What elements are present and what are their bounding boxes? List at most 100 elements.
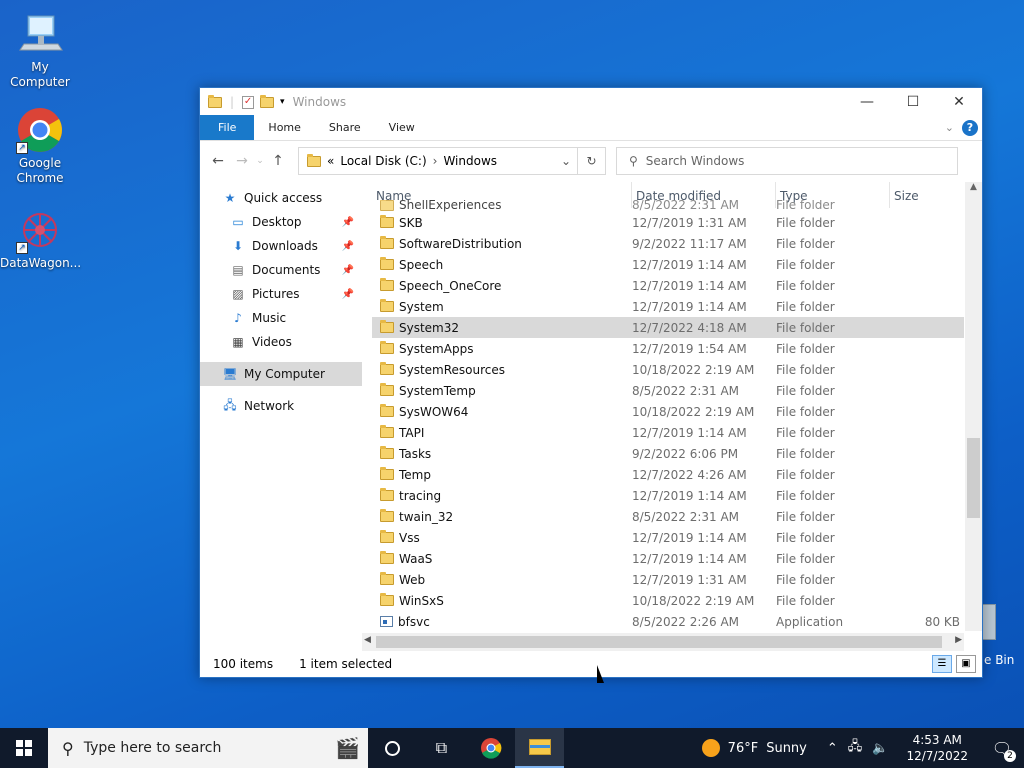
nav-item-documents[interactable]: ▤ Documents 📌	[200, 258, 362, 282]
file-name: Tasks	[399, 446, 432, 461]
scroll-right-icon[interactable]: ▶	[955, 635, 962, 645]
back-button[interactable]: ←	[206, 153, 230, 169]
help-icon[interactable]: ?	[962, 119, 978, 136]
file-row[interactable]: SKB 12/7/2019 1:31 AM File folder	[372, 212, 964, 233]
address-bar[interactable]: « Local Disk (C:) › Windows ⌄	[298, 147, 578, 175]
nav-item-label: Music	[252, 311, 287, 325]
file-date: 12/7/2019 1:14 AM	[632, 530, 747, 545]
address-dropdown-icon[interactable]: ⌄	[561, 154, 571, 168]
pin-icon[interactable]: 📌	[342, 217, 354, 228]
file-type: File folder	[776, 488, 835, 503]
properties-icon[interactable]: ✓	[242, 95, 255, 109]
scroll-up-icon[interactable]: ▲	[965, 182, 982, 196]
sun-icon	[701, 739, 720, 757]
recent-locations-icon[interactable]: ⌄	[254, 156, 266, 166]
maximize-button[interactable]: ☐	[890, 88, 936, 116]
new-folder-icon[interactable]	[260, 94, 275, 108]
forward-button[interactable]: →	[230, 153, 254, 169]
file-row[interactable]: SystemResources 10/18/2022 2:19 AM File fo…	[372, 359, 964, 380]
file-type: File folder	[776, 404, 835, 419]
file-row[interactable]: System 12/7/2019 1:14 AM File folder	[372, 296, 964, 317]
pin-icon[interactable]: 📌	[342, 289, 354, 300]
file-row[interactable]: tracing 12/7/2019 1:14 AM File folder	[372, 485, 964, 506]
nav-item-my-computer[interactable]: 🖥 My Computer	[200, 362, 362, 386]
file-row[interactable]: Temp 12/7/2022 4:26 AM File folder	[372, 464, 964, 485]
refresh-button[interactable]: ↻	[578, 147, 606, 175]
search-icon: ⚲	[629, 154, 638, 168]
file-row[interactable]: SysWOW64 10/18/2022 2:19 AM File folder	[372, 401, 964, 422]
nav-item-network[interactable]: 🖧 Network	[200, 394, 362, 418]
file-date: 12/7/2019 1:31 AM	[632, 215, 747, 230]
computer-icon	[16, 10, 64, 58]
notification-count: 2	[1004, 750, 1016, 762]
file-row[interactable]: WaaS 12/7/2019 1:14 AM File folder	[372, 548, 964, 569]
horizontal-scrollbar[interactable]: ◀ ▶	[362, 633, 964, 651]
nav-item-music[interactable]: ♪ Music	[200, 306, 362, 330]
taskbar-search[interactable]: ⚲ Type here to search 🎬	[48, 728, 368, 768]
cortana-button[interactable]	[368, 728, 417, 768]
network-icon[interactable]: 🖧	[844, 737, 867, 759]
breadcrumb-windows[interactable]: Windows	[443, 154, 497, 168]
tab-home[interactable]: Home	[254, 115, 314, 140]
details-view-icon[interactable]: ☰	[932, 655, 952, 673]
desktop-icon-datawagon[interactable]: ↗ DataWagon...	[0, 206, 81, 271]
file-row[interactable]: ShellExperiences 8/5/2022 2:31 AM File fol…	[372, 200, 964, 212]
desktop-icon-chrome[interactable]: ↗ Google Chrome	[0, 106, 80, 186]
tab-view[interactable]: View	[375, 115, 429, 140]
search-box[interactable]: ⚲ Search Windows	[616, 147, 958, 175]
file-row[interactable]: bfsvc 8/5/2022 2:26 AM Application 80 KB	[372, 611, 964, 632]
file-row[interactable]: Vss 12/7/2019 1:14 AM File folder	[372, 527, 964, 548]
vertical-scrollbar[interactable]: ▲	[965, 182, 982, 631]
nav-item-downloads[interactable]: ⬇ Downloads 📌	[200, 234, 362, 258]
breadcrumb-separator-icon: ›	[432, 154, 438, 168]
minimize-button[interactable]: —	[844, 88, 890, 116]
file-type: File folder	[776, 593, 835, 608]
status-bar: 100 items 1 item selected ☰ ▣	[200, 651, 982, 677]
file-row[interactable]: Speech_OneCore 12/7/2019 1:14 AM File fold…	[372, 275, 964, 296]
file-name: SystemTemp	[399, 383, 476, 398]
nav-item-pictures[interactable]: ▨ Pictures 📌	[200, 282, 362, 306]
scroll-left-icon[interactable]: ◀	[364, 635, 371, 645]
start-button[interactable]	[0, 728, 48, 768]
file-row[interactable]: Web 12/7/2019 1:31 AM File folder	[372, 569, 964, 590]
file-row[interactable]: Speech 12/7/2019 1:14 AM File folder	[372, 254, 964, 275]
breadcrumb-overflow[interactable]: «	[327, 154, 334, 168]
large-icons-view-icon[interactable]: ▣	[956, 655, 976, 673]
close-button[interactable]: ✕	[936, 88, 982, 116]
task-view-button[interactable]: ⧉	[417, 728, 466, 768]
show-hidden-icons-icon[interactable]: ⌃	[821, 741, 844, 756]
pin-icon[interactable]: 📌	[342, 265, 354, 276]
up-button[interactable]: ↑	[266, 153, 290, 169]
breadcrumb-local-disk[interactable]: Local Disk (C:)	[340, 154, 426, 168]
taskbar-chrome[interactable]	[466, 728, 515, 768]
file-row[interactable]: WinSxS 10/18/2022 2:19 AM File folder	[372, 590, 964, 611]
nav-item-videos[interactable]: ▦ Videos	[200, 330, 362, 354]
file-row[interactable]: Tasks 9/2/2022 6:06 PM File folder	[372, 443, 964, 464]
vertical-scroll-thumb[interactable]	[967, 438, 980, 518]
pin-icon[interactable]: 📌	[342, 241, 354, 252]
tab-share[interactable]: Share	[315, 115, 375, 140]
volume-icon[interactable]: 🔈	[866, 741, 894, 756]
nav-item-quick-access[interactable]: ★ Quick access	[200, 186, 362, 210]
tab-file[interactable]: File	[200, 115, 255, 140]
file-row[interactable]: twain_32 8/5/2022 2:31 AM File folder	[372, 506, 964, 527]
file-row[interactable]: SystemApps 12/7/2019 1:54 AM File folder	[372, 338, 964, 359]
weather-widget[interactable]: 76°F Sunny	[688, 739, 821, 757]
file-name: SKB	[399, 215, 423, 230]
notification-center-button[interactable]: 🗨 2	[980, 728, 1024, 768]
desktop-icon-my-computer[interactable]: My Computer	[0, 10, 80, 90]
clock[interactable]: 4:53 AM 12/7/2022	[894, 732, 980, 764]
file-row[interactable]: SoftwareDistribution 9/2/2022 11:17 AM Fil…	[372, 233, 964, 254]
file-name: bfsvc	[398, 614, 430, 629]
taskbar-file-explorer[interactable]	[515, 728, 564, 768]
nav-item-desktop[interactable]: ▭ Desktop 📌	[200, 210, 362, 234]
item-count: 100 items	[213, 657, 274, 671]
horizontal-scroll-thumb[interactable]	[376, 636, 942, 648]
nav-item-label: Network	[244, 399, 295, 413]
file-row[interactable]: System32 12/7/2022 4:18 AM File folder	[372, 317, 964, 338]
file-date: 12/7/2019 1:54 AM	[632, 341, 747, 356]
file-row[interactable]: TAPI 12/7/2019 1:14 AM File folder	[372, 422, 964, 443]
expand-ribbon-icon[interactable]: ⌄	[945, 121, 954, 134]
customize-quick-access-icon[interactable]: ▾	[280, 97, 285, 107]
file-row[interactable]: SystemTemp 8/5/2022 2:31 AM File folder	[372, 380, 964, 401]
